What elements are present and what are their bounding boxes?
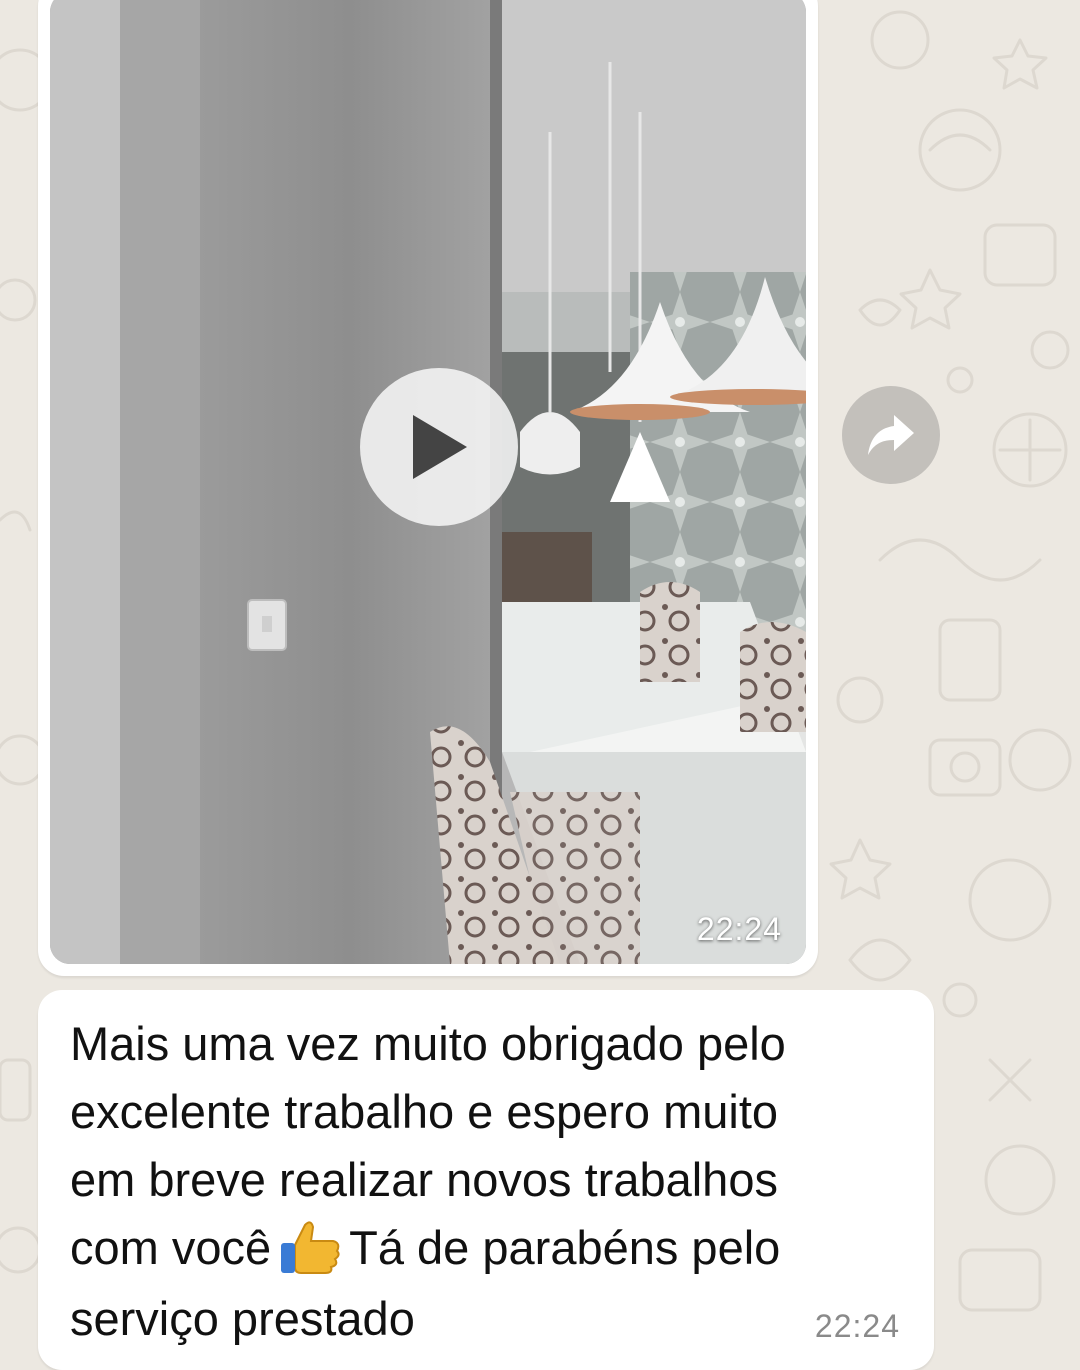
thumbs-up-icon (281, 1221, 340, 1274)
message-line-1: Mais uma vez muito obrigado pelo (70, 1017, 786, 1070)
text-message-bubble[interactable]: Mais uma vez muito obrigado pelo excelen… (38, 990, 934, 1370)
forward-arrow-icon (868, 415, 914, 455)
video-timestamp: 22:24 (696, 911, 782, 947)
message-line-5: serviço prestado (70, 1291, 415, 1345)
play-button[interactable] (360, 368, 518, 526)
message-line-2: excelente trabalho e espero muito (70, 1085, 779, 1138)
message-timestamp: 22:24 (814, 1308, 900, 1344)
video-message-bubble[interactable]: 22:24 (38, 0, 818, 976)
forward-button[interactable] (842, 386, 940, 484)
video-thumbnail[interactable]: 22:24 (50, 0, 806, 964)
message-line-3: em breve realizar novos trabalhos (70, 1153, 778, 1206)
play-icon (413, 415, 467, 479)
message-text: Mais uma vez muito obrigado pelo excelen… (70, 1010, 910, 1353)
message-line-4a: com você (70, 1221, 272, 1274)
message-line-4b: Tá de parabéns pelo (349, 1221, 781, 1274)
